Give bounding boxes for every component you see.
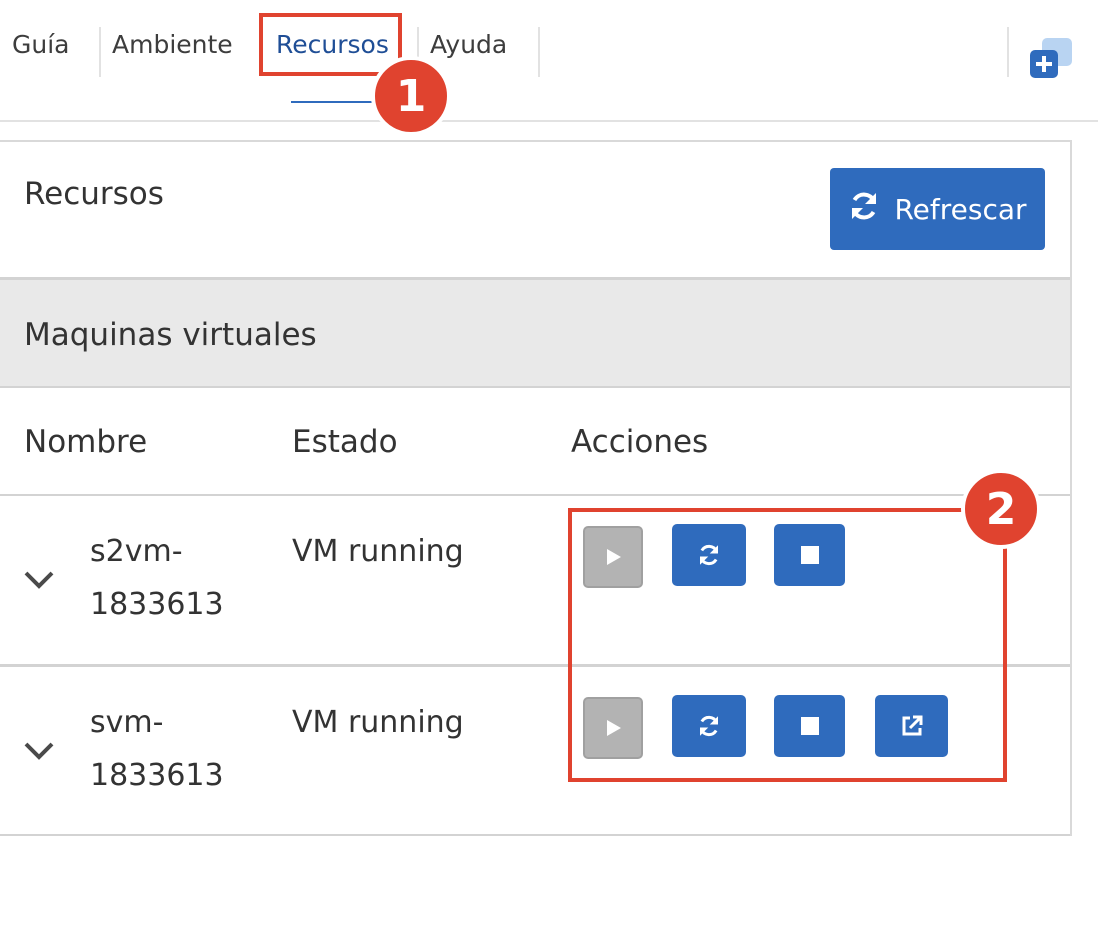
vm-name-line: 1833613 <box>90 758 224 793</box>
divider <box>0 494 1070 496</box>
vm-status: VM running <box>292 534 464 569</box>
section-title: Maquinas virtuales <box>24 317 317 353</box>
tab-divider <box>1007 27 1009 77</box>
divider <box>0 834 1070 836</box>
column-header-nombre: Nombre <box>24 424 148 460</box>
vm-name-line: 1833613 <box>90 587 224 622</box>
tab-ambiente[interactable]: Ambiente <box>112 30 233 59</box>
refresh-button-label: Refrescar <box>894 192 1027 226</box>
callout-2-badge: 2 <box>961 469 1041 549</box>
vm-name-line: svm- <box>90 705 164 740</box>
column-header-acciones: Acciones <box>571 424 709 460</box>
refresh-icon <box>848 190 880 229</box>
vm-status: VM running <box>292 705 464 740</box>
vm-name-line: s2vm- <box>90 534 183 569</box>
recursos-tab-highlight <box>259 13 402 76</box>
tab-divider <box>538 27 540 77</box>
nav-divider <box>0 120 1098 122</box>
panel-title: Recursos <box>24 176 164 212</box>
column-header-estado: Estado <box>292 424 398 460</box>
tab-divider <box>99 27 101 77</box>
callout-1-badge: 1 <box>371 56 451 136</box>
chevron-down-icon[interactable] <box>23 568 55 592</box>
add-window-icon[interactable] <box>1030 38 1072 78</box>
chevron-down-icon[interactable] <box>23 739 55 763</box>
tab-guia[interactable]: Guía <box>12 30 69 59</box>
refresh-button[interactable]: Refrescar <box>830 168 1045 250</box>
tab-ayuda[interactable]: Ayuda <box>430 30 507 59</box>
actions-highlight <box>568 508 1007 782</box>
divider <box>0 386 1070 388</box>
